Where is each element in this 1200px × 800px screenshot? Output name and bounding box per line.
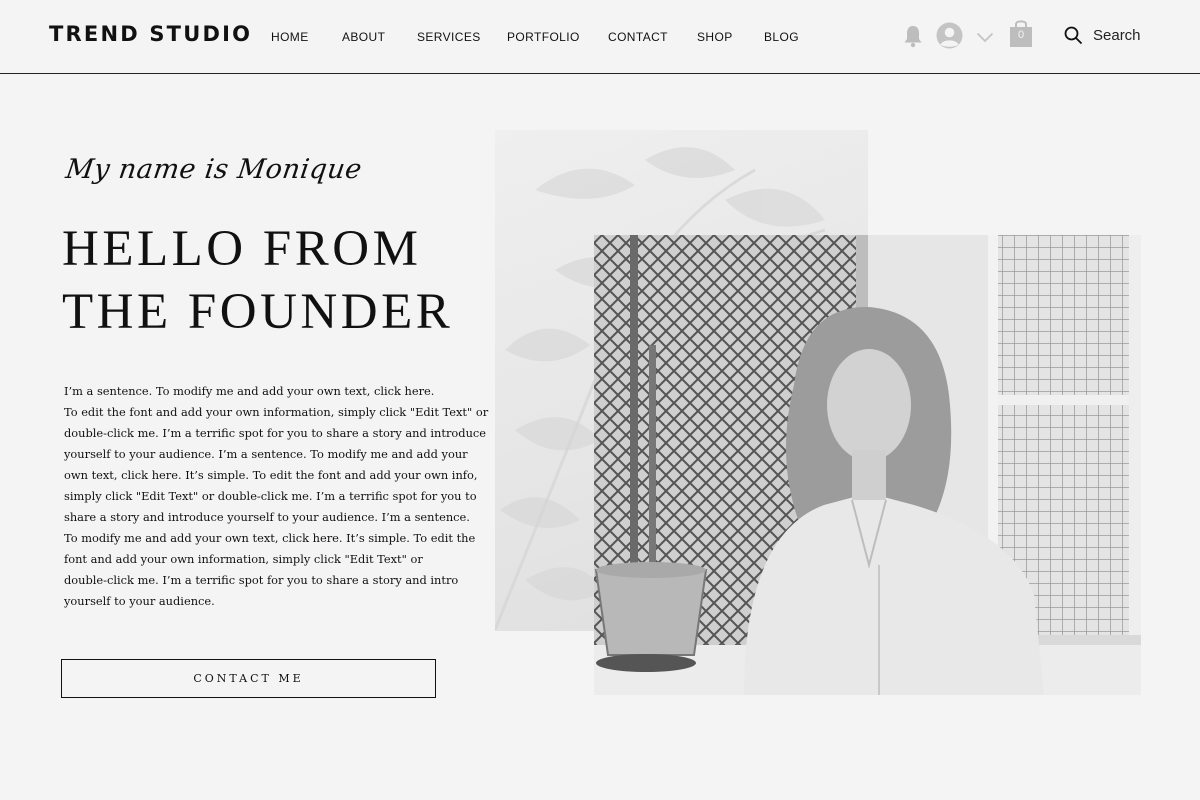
headline-line-1: HELLO FROM bbox=[62, 221, 422, 277]
paragraph-line: I’m a sentence. To modify me and add you… bbox=[64, 384, 435, 398]
search-icon[interactable] bbox=[1064, 26, 1083, 50]
nav-contact[interactable]: CONTACT bbox=[608, 30, 668, 44]
nav-blog[interactable]: BLOG bbox=[764, 30, 799, 44]
nav-about[interactable]: ABOUT bbox=[342, 30, 385, 44]
bell-icon[interactable] bbox=[903, 24, 923, 53]
nav-portfolio[interactable]: PORTFOLIO bbox=[507, 30, 580, 44]
nav-home[interactable]: HOME bbox=[271, 30, 309, 44]
contact-me-button[interactable]: CONTACT ME bbox=[61, 659, 436, 698]
script-tagline: My name is Monique bbox=[63, 154, 364, 185]
cart-count: 0 bbox=[1017, 29, 1025, 41]
founder-photo bbox=[594, 235, 1141, 695]
paragraph-line: font and add your own information, simpl… bbox=[64, 552, 423, 566]
search-label[interactable]: Search bbox=[1093, 27, 1141, 44]
paragraph-line: own text, click here. It’s simple. To ed… bbox=[64, 468, 478, 482]
paragraph-line: double-click me. I’m a terrific spot for… bbox=[64, 426, 487, 440]
paragraph-line: yourself to your audience. I’m a sentenc… bbox=[64, 447, 468, 461]
nav-services[interactable]: SERVICES bbox=[417, 30, 481, 44]
avatar-icon[interactable] bbox=[936, 22, 963, 54]
site-logo[interactable]: TREND STUDIO bbox=[49, 22, 252, 46]
paragraph-line: share a story and introduce yourself to … bbox=[64, 510, 470, 524]
paragraph-line: double-click me. I’m a terrific spot for… bbox=[64, 573, 459, 587]
site-header: TREND STUDIO HOME ABOUT SERVICES PORTFOL… bbox=[0, 0, 1200, 74]
paragraph-line: To edit the font and add your own inform… bbox=[64, 405, 489, 419]
paragraph-line: simply click "Edit Text" or double-click… bbox=[64, 489, 477, 503]
chevron-down-icon[interactable] bbox=[976, 30, 994, 48]
shopping-bag-icon[interactable]: 0 bbox=[1009, 18, 1033, 48]
paragraph-line: yourself to your audience. bbox=[64, 594, 215, 608]
hero-paragraph: I’m a sentence. To modify me and add you… bbox=[64, 381, 489, 612]
headline-line-2: THE FOUNDER bbox=[62, 284, 454, 340]
paragraph-line: To modify me and add your own text, clic… bbox=[64, 531, 476, 545]
nav-shop[interactable]: SHOP bbox=[697, 30, 733, 44]
hero-headline: HELLO FROM THE FOUNDER bbox=[62, 218, 453, 344]
